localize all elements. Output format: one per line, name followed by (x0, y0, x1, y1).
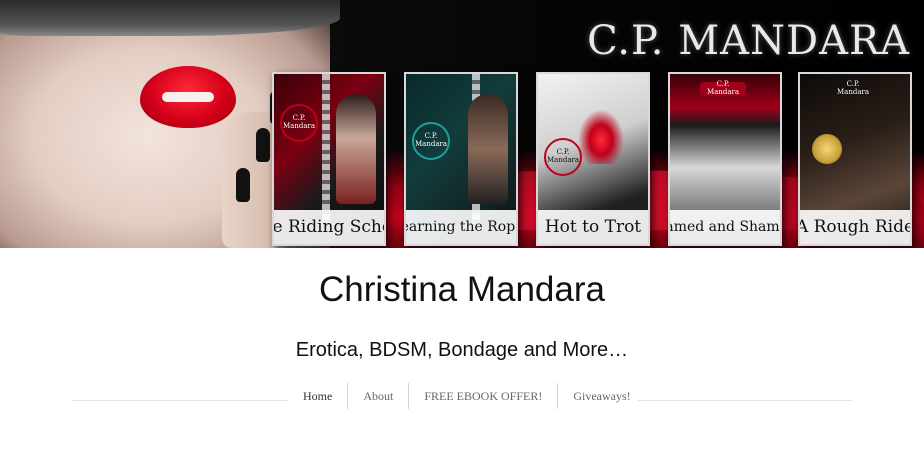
main-navigation: Home About FREE EBOOK OFFER! Giveaways! (288, 383, 646, 409)
book-title: Hot to Trot (538, 210, 648, 244)
nav-divider-left (72, 400, 288, 401)
nav-divider-right (638, 400, 852, 401)
book-cover-hot-to-trot[interactable]: C.P. Mandara Hot to Trot (536, 72, 650, 246)
teeth-image (162, 92, 214, 102)
cover-figure-image (468, 94, 508, 204)
book-author-badge: C.P. Mandara (836, 80, 870, 96)
book-author-badge: C.P. Mandara (700, 80, 746, 96)
award-medal-icon (812, 134, 842, 164)
nav-item-giveaways[interactable]: Giveaways! (558, 383, 645, 409)
nav-item-free-ebook-offer[interactable]: FREE EBOOK OFFER! (409, 383, 557, 409)
header-banner: C.P. MANDARA C.P. Mandara The Riding Sch… (0, 0, 924, 248)
model-hair-image (0, 0, 340, 36)
site-title[interactable]: Christina Mandara (0, 270, 924, 310)
book-title: A Rough Ride (800, 210, 910, 244)
book-cover-riding-school[interactable]: C.P. Mandara The Riding School (272, 72, 386, 246)
cover-figure-image (336, 94, 376, 204)
nav-item-home[interactable]: Home (288, 383, 347, 409)
black-nail-image (256, 128, 270, 162)
book-author-badge: C.P. Mandara (280, 104, 318, 142)
nav-item-about[interactable]: About (348, 383, 408, 409)
book-cover-learning-the-ropes[interactable]: C.P. Mandara Learning the Ropes (404, 72, 518, 246)
book-cover-named-and-shamed[interactable]: C.P. Mandara Named and Shamed (668, 72, 782, 246)
book-title: The Riding School (274, 210, 384, 244)
brand-logo: C.P. MANDARA (587, 18, 910, 64)
black-nail-image (236, 168, 250, 202)
book-title: Learning the Ropes (406, 210, 516, 244)
site-tagline: Erotica, BDSM, Bondage and More… (295, 339, 629, 361)
book-author-badge: C.P. Mandara (544, 138, 582, 176)
book-title: Named and Shamed (670, 210, 780, 244)
chain-graphic (322, 74, 330, 224)
book-cover-a-rough-ride[interactable]: C.P. Mandara A Rough Ride (798, 72, 912, 246)
cover-lips-image (574, 104, 628, 164)
book-author-badge: C.P. Mandara (412, 122, 450, 160)
